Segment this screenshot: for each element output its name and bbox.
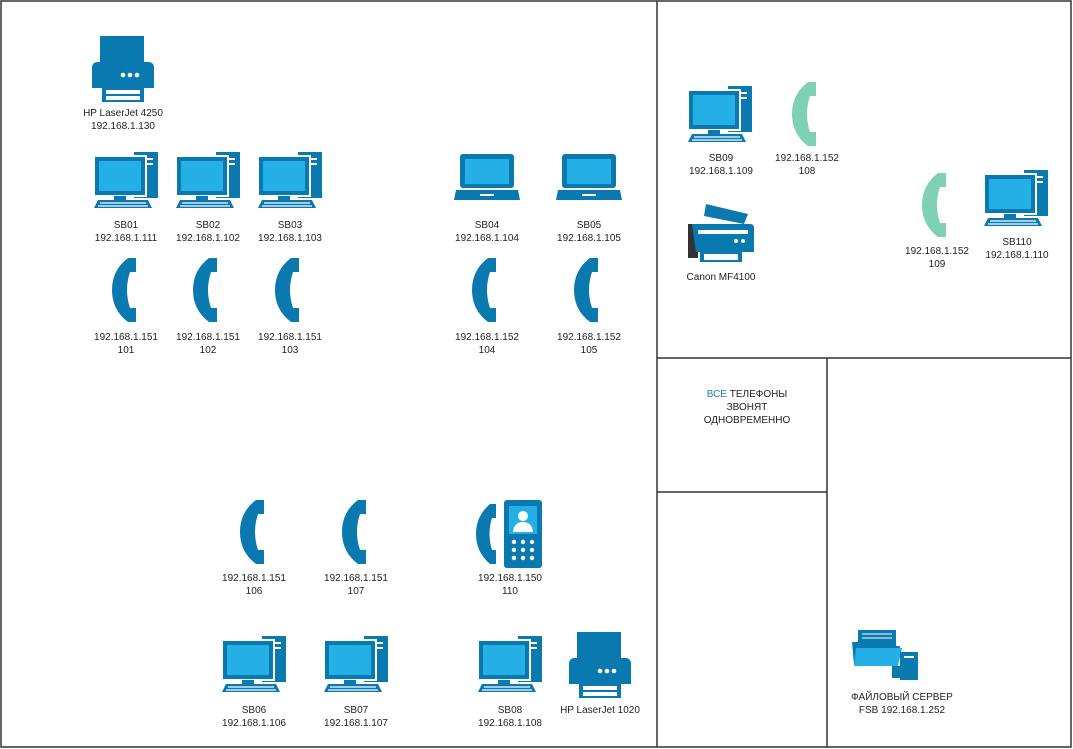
phone-handset-icon: [342, 500, 366, 564]
phone-handset-icon: [792, 82, 816, 146]
printer-name: HP LaserJet 1020: [560, 705, 640, 716]
ring-note-accent: ВСЕ: [706, 389, 727, 400]
phone-ext: 107: [347, 586, 365, 597]
mfp-name: Canon MF4100: [686, 272, 756, 283]
desktop-icon: [477, 636, 542, 692]
workstation-label: SB07 192.168.1.107: [286, 704, 426, 730]
workstation-name: SB03: [277, 220, 303, 231]
workstation-name: SB07: [343, 705, 369, 716]
laptop-icon: [454, 154, 520, 200]
ring-note: ВСЕ ТЕЛЕФОНЫ ЗВОНЯТ ОДНОВРЕМЕННО: [672, 388, 822, 427]
printer-icon: [92, 36, 154, 102]
printer-label: HP LaserJet 4250 192.168.1.130: [53, 107, 193, 133]
phone-label: 192.168.1.150 110: [440, 572, 580, 598]
phone-handset-icon: [922, 173, 946, 237]
phone-label: 192.168.1.152 105: [519, 331, 659, 357]
file-server-label: ФАЙЛОВЫЙ СЕРВЕР FSB 192.168.1.252: [822, 691, 982, 717]
printer-icon: [569, 632, 631, 698]
printer-ip: 192.168.1.130: [91, 121, 155, 132]
phone-ext: 110: [502, 586, 518, 597]
desktop-icon: [93, 152, 158, 208]
workstation-ip: 192.168.1.103: [258, 233, 322, 244]
workstation-name: SB05: [576, 220, 602, 231]
phone-handset-icon: [472, 258, 496, 322]
phone-handset-icon: [240, 500, 264, 564]
workstation-name: SB110: [1002, 237, 1032, 248]
workstation-ip: 192.168.1.108: [478, 718, 542, 729]
desktop-icon: [175, 152, 240, 208]
phone-ip: 192.168.1.152: [557, 332, 621, 343]
desktop-icon: [983, 170, 1048, 226]
desktop-icon: [323, 636, 388, 692]
phone-handset-icon: [574, 258, 598, 322]
phone-label: 192.168.1.151 103: [220, 331, 360, 357]
printer-label: HP LaserJet 1020: [530, 704, 670, 717]
desktop-icon: [221, 636, 286, 692]
phone-label: 192.168.1.152 108: [737, 152, 877, 178]
mfp-fax-icon: [688, 204, 754, 262]
phone-ip: 192.168.1.151: [324, 573, 388, 584]
phone-ip: 192.168.1.152: [775, 153, 839, 164]
ring-note-line2: ЗВОНЯТ: [726, 402, 768, 413]
phone-label: 192.168.1.151 107: [286, 572, 426, 598]
video-phone-icon: [476, 500, 542, 568]
workstation-label: SB03 192.168.1.103: [220, 219, 360, 245]
mfp-label: Canon MF4100: [651, 271, 791, 284]
phone-ip: 192.168.1.151: [258, 332, 322, 343]
ring-note-line3: ОДНОВРЕМЕННО: [703, 415, 791, 426]
file-server-title: ФАЙЛОВЫЙ СЕРВЕР: [851, 692, 953, 703]
workstation-ip: 192.168.1.105: [557, 233, 621, 244]
phone-ext: 108: [798, 166, 816, 177]
phone-ext: 103: [281, 345, 299, 356]
network-diagram: HP LaserJet 4250 192.168.1.130 SB01 192.…: [0, 0, 1073, 749]
laptop-icon: [556, 154, 622, 200]
phone-handset-icon: [112, 258, 136, 322]
file-server-ip: FSB 192.168.1.252: [858, 705, 946, 716]
ring-note-rest: ТЕЛЕФОНЫ: [726, 389, 788, 400]
phone-handset-icon: [193, 258, 217, 322]
phone-handset-icon: [275, 258, 299, 322]
workstation-label: SB05 192.168.1.105: [519, 219, 659, 245]
workstation-ip: 192.168.1.110: [985, 250, 1049, 261]
phone-ext: 105: [580, 345, 598, 356]
file-server-icon: [852, 630, 918, 680]
printer-name: HP LaserJet 4250: [83, 108, 163, 119]
desktop-icon: [687, 86, 752, 142]
workstation-label: SB110 192.168.1.110: [947, 236, 1073, 262]
workstation-ip: 192.168.1.107: [324, 718, 388, 729]
phone-ip: 192.168.1.150: [478, 573, 542, 584]
desktop-icon: [257, 152, 322, 208]
